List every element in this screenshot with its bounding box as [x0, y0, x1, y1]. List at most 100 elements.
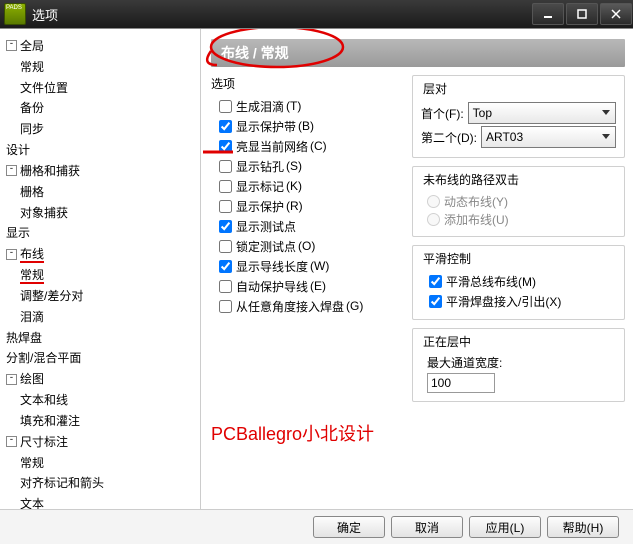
smooth-bus-checkbox[interactable]	[429, 275, 442, 288]
tree-node-grid[interactable]: 栅格和捕获	[20, 164, 80, 178]
smooth-title: 平滑控制	[421, 250, 473, 267]
option-accel: (G)	[346, 299, 363, 313]
layer-pair-title: 层对	[421, 80, 449, 97]
tree-toggle-icon[interactable]: -	[6, 436, 17, 447]
option-checkbox[interactable]	[219, 160, 232, 173]
tree-node-split[interactable]: 分割/混合平面	[6, 351, 81, 365]
unrouted-title: 未布线的路径双击	[421, 171, 521, 188]
option-row: 从任意角度接入焊盘(G)	[211, 296, 396, 316]
option-checkbox[interactable]	[219, 140, 232, 153]
tree-node[interactable]: 常规	[20, 60, 44, 74]
option-row: 锁定测试点(O)	[211, 236, 396, 256]
tree-node-thermal[interactable]: 热焊盘	[6, 330, 42, 344]
tree-node[interactable]: 对象捕获	[20, 205, 68, 219]
add-route-radio[interactable]	[427, 213, 440, 226]
tree-node-routing[interactable]: 布线	[20, 247, 44, 263]
tree-node-dimension[interactable]: 尺寸标注	[20, 435, 68, 449]
option-label: 自动保护导线	[236, 278, 308, 295]
category-tree[interactable]: -全局 常规 文件位置 备份 同步 设计 -栅格和捕获 栅格 对象捕获 显示	[0, 29, 201, 509]
option-accel: (B)	[298, 119, 314, 133]
tree-node[interactable]: 备份	[20, 101, 44, 115]
tree-node[interactable]: 文本和线	[20, 393, 68, 407]
maximize-button[interactable]	[566, 3, 598, 25]
option-accel: (R)	[286, 199, 303, 213]
second-layer-label: 第二个(D):	[421, 129, 477, 146]
apply-button[interactable]: 应用(L)	[469, 516, 541, 538]
inlayer-group: 正在层中 最大通道宽度:	[412, 328, 625, 402]
tree-node-global[interactable]: 全局	[20, 39, 44, 53]
option-row: 显示保护带(B)	[211, 116, 396, 136]
unrouted-group: 未布线的路径双击 动态布线(Y) 添加布线(U)	[412, 166, 625, 237]
smooth-group: 平滑控制 平滑总线布线(M) 平滑焊盘接入/引出(X)	[412, 245, 625, 320]
smooth-pad-label: 平滑焊盘接入/引出(X)	[446, 293, 561, 310]
option-row: 生成泪滴(T)	[211, 96, 396, 116]
inlayer-title: 正在层中	[421, 333, 473, 350]
section-header: 布线 / 常规	[211, 39, 625, 67]
option-label: 显示保护带	[236, 118, 296, 135]
second-layer-select[interactable]: ART03	[481, 126, 616, 148]
first-layer-select[interactable]: Top	[468, 102, 616, 124]
tree-node[interactable]: 文件位置	[20, 80, 68, 94]
option-row: 显示标记(K)	[211, 176, 396, 196]
tree-node[interactable]: 栅格	[20, 185, 44, 199]
tree-node[interactable]: 常规	[20, 455, 44, 469]
tree-node[interactable]: 同步	[20, 122, 44, 136]
tree-toggle-icon[interactable]: -	[6, 249, 17, 260]
dynamic-route-radio[interactable]	[427, 195, 440, 208]
option-row: 显示保护(R)	[211, 196, 396, 216]
option-checkbox[interactable]	[219, 200, 232, 213]
option-label: 显示钻孔	[236, 158, 284, 175]
option-label: 显示导线长度	[236, 258, 308, 275]
smooth-pad-checkbox[interactable]	[429, 295, 442, 308]
minimize-button[interactable]	[532, 3, 564, 25]
option-accel: (W)	[310, 259, 329, 273]
option-row: 自动保护导线(E)	[211, 276, 396, 296]
option-label: 显示保护	[236, 198, 284, 215]
option-checkbox[interactable]	[219, 220, 232, 233]
option-accel: (K)	[286, 179, 302, 193]
ok-button[interactable]: 确定	[313, 516, 385, 538]
tree-node-draw[interactable]: 绘图	[20, 372, 44, 386]
option-row: 显示测试点	[211, 216, 396, 236]
option-checkbox[interactable]	[219, 300, 232, 313]
option-accel: (O)	[298, 239, 315, 253]
options-group-title: 选项	[211, 75, 396, 92]
option-accel: (E)	[310, 279, 326, 293]
option-row: 显示导线长度(W)	[211, 256, 396, 276]
tree-node-design[interactable]: 设计	[6, 143, 30, 157]
tree-toggle-icon[interactable]: -	[6, 374, 17, 385]
option-accel: (S)	[286, 159, 302, 173]
option-checkbox[interactable]	[219, 180, 232, 193]
dynamic-route-label: 动态布线(Y)	[444, 193, 508, 210]
option-checkbox[interactable]	[219, 240, 232, 253]
add-route-label: 添加布线(U)	[444, 211, 509, 228]
tree-node-routing-general[interactable]: 常规	[20, 268, 44, 284]
app-icon	[4, 3, 26, 25]
option-label: 生成泪滴	[236, 98, 284, 115]
close-button[interactable]	[600, 3, 632, 25]
max-channel-input[interactable]	[427, 373, 495, 393]
dialog-button-bar: 确定 取消 应用(L) 帮助(H)	[0, 509, 633, 544]
tree-toggle-icon[interactable]: -	[6, 165, 17, 176]
option-label: 显示标记	[236, 178, 284, 195]
option-checkbox[interactable]	[219, 120, 232, 133]
first-layer-label: 首个(F):	[421, 105, 464, 122]
window-title: 选项	[30, 5, 531, 24]
content-pane: 布线 / 常规 选项 生成泪滴(T)显示保护带(B)亮显当前网络(C)显示钻孔(…	[201, 29, 633, 509]
option-checkbox[interactable]	[219, 100, 232, 113]
cancel-button[interactable]: 取消	[391, 516, 463, 538]
tree-node[interactable]: 调整/差分对	[20, 289, 83, 303]
tree-node[interactable]: 泪滴	[20, 310, 44, 324]
help-button[interactable]: 帮助(H)	[547, 516, 619, 538]
watermark-text: PCBallegro小北设计	[211, 420, 625, 446]
option-checkbox[interactable]	[219, 260, 232, 273]
option-checkbox[interactable]	[219, 280, 232, 293]
tree-node[interactable]: 文本	[20, 497, 44, 509]
tree-node[interactable]: 填充和灌注	[20, 414, 80, 428]
option-label: 锁定测试点	[236, 238, 296, 255]
tree-node[interactable]: 对齐标记和箭头	[20, 476, 104, 490]
tree-node-display[interactable]: 显示	[6, 226, 30, 240]
tree-toggle-icon[interactable]: -	[6, 40, 17, 51]
option-accel: (C)	[310, 139, 327, 153]
titlebar: 选项	[0, 0, 633, 28]
